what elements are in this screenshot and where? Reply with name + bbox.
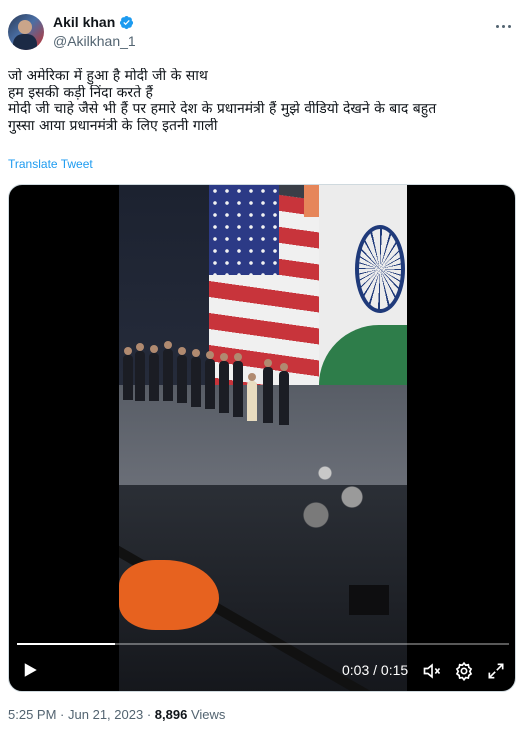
video-frame[interactable] (119, 185, 407, 691)
views-label: Views (190, 707, 226, 722)
video-controls: 0:03 / 0:15 (9, 655, 515, 685)
video-time: 0:03 / 0:15 (342, 662, 409, 678)
tweet-text-line: हम इसकी कड़ी निंदा करते हैं (8, 84, 153, 101)
video-player[interactable]: 0:03 / 0:15 (8, 184, 516, 692)
translate-tweet-link[interactable]: Translate Tweet (8, 157, 93, 171)
play-icon[interactable] (21, 661, 39, 679)
avatar[interactable] (8, 14, 44, 50)
tweet-time[interactable]: 5:25 PM (8, 707, 56, 722)
views-count: 8,896 (154, 707, 188, 722)
tweet-text-line: मोदी जी चाहे जैसे भी हैं पर हमारे देश के… (8, 101, 437, 117)
fullscreen-icon[interactable] (486, 661, 506, 681)
tweet-header: Akil khan @Akilkhan_1 (8, 12, 517, 56)
tweet-text-line: गुस्सा आया प्रधानमंत्री के लिए इतनी गाली (8, 117, 218, 134)
video-progress-bar[interactable] (17, 643, 509, 645)
video-progress-fill (17, 643, 116, 645)
more-options-icon[interactable] (493, 16, 513, 36)
author-handle[interactable]: @Akilkhan_1 (53, 33, 136, 49)
tweet-text: जो अमेरिका में हुआ है मोदी जी के साथ हम … (8, 68, 513, 134)
volume-mute-icon[interactable] (422, 661, 442, 681)
verified-badge-icon (120, 15, 134, 29)
people-on-stage (119, 315, 309, 445)
author-name-row[interactable]: Akil khan (53, 14, 134, 30)
meta-separator: · (146, 707, 152, 722)
tweet-text-line: जो अमेरिका में हुआ है मोदी जी के साथ (8, 68, 208, 84)
tweet-metadata: 5:25 PM · Jun 21, 2023 · 8,896 Views (8, 707, 225, 722)
settings-icon[interactable] (454, 661, 474, 681)
meta-separator: · (60, 707, 65, 722)
tweet-date[interactable]: Jun 21, 2023 (68, 707, 143, 722)
author-display-name[interactable]: Akil khan (53, 14, 115, 30)
